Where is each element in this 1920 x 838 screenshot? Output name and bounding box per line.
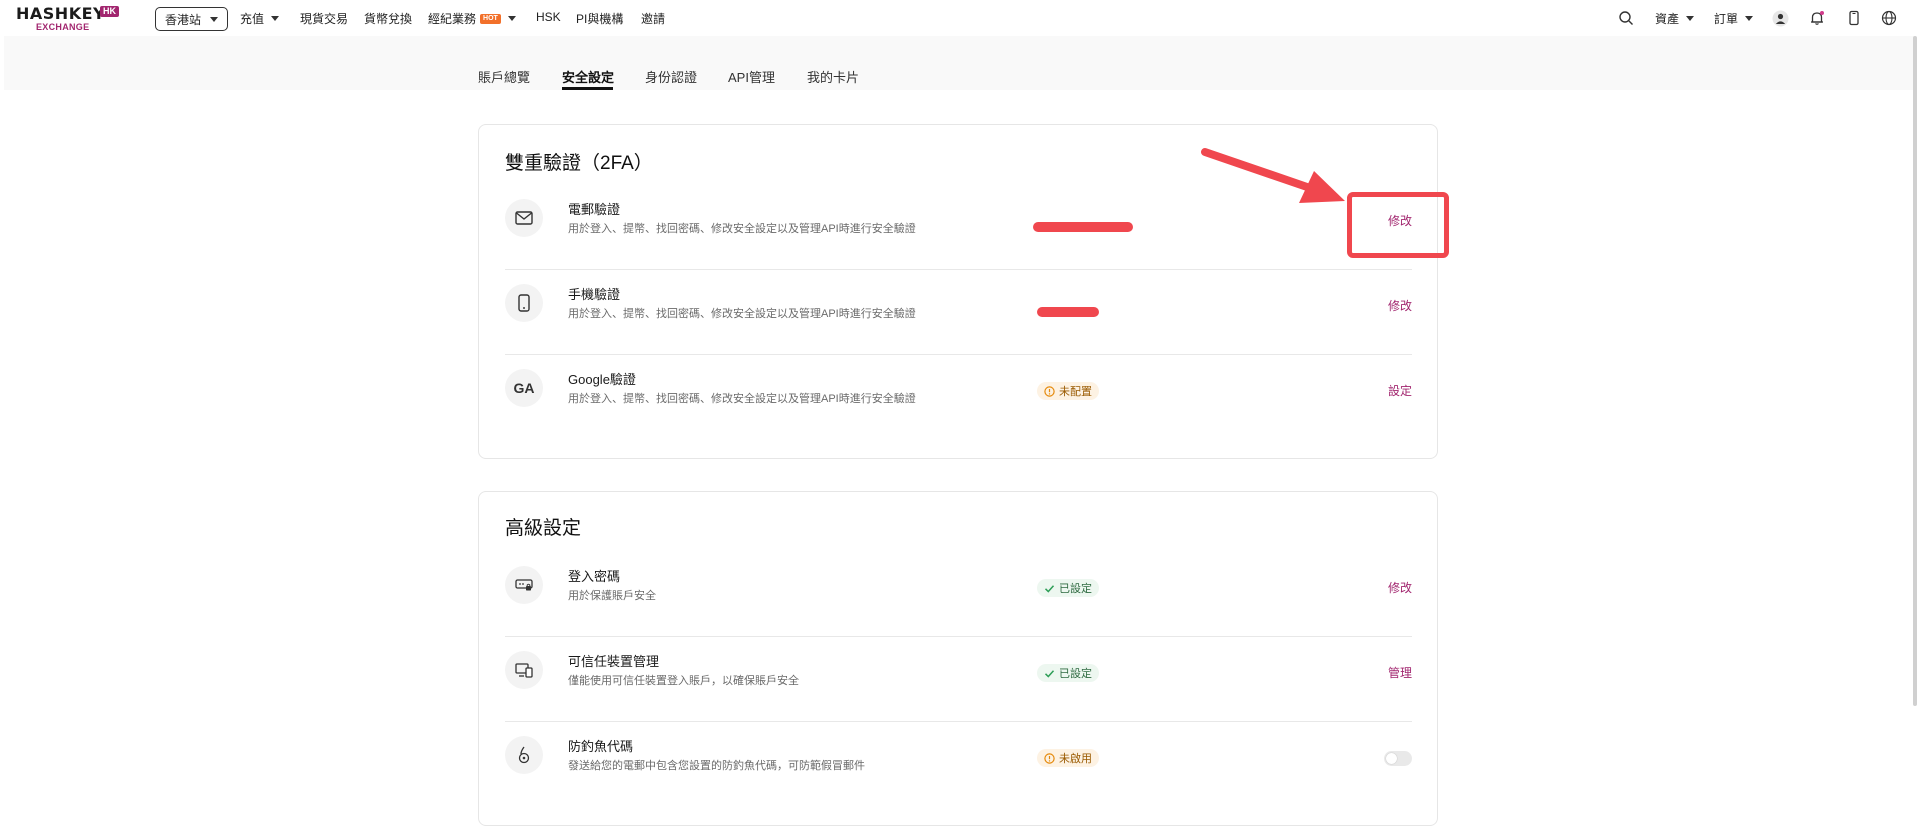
- logo-badge: HK: [100, 6, 119, 17]
- chevron-down-icon: [1745, 16, 1754, 21]
- site-selector[interactable]: 香港站: [155, 7, 229, 31]
- toggle-knob: [1386, 753, 1397, 764]
- password-icon: [505, 566, 543, 604]
- warning-icon: [1044, 752, 1055, 764]
- envelope-icon: [505, 199, 543, 237]
- status-label: 未啟用: [1059, 753, 1092, 765]
- redacted-phone: [1037, 307, 1099, 317]
- status-badge: 未啟用: [1037, 749, 1099, 767]
- row-title: 電郵驗證: [568, 202, 621, 217]
- nav-item-hsk[interactable]: HSK: [536, 10, 561, 24]
- active-tab-indicator: [562, 87, 613, 90]
- row-title: 手機驗證: [568, 287, 621, 302]
- logo-text: HASHKEY: [16, 4, 106, 23]
- nav-item-label: 現貨交易: [300, 12, 349, 26]
- annotation-arrow: [1201, 148, 1345, 203]
- manage-devices-button[interactable]: 管理: [1388, 664, 1412, 681]
- row-title: Google驗證: [568, 372, 636, 387]
- nav-item-spot-trading[interactable]: 現貨交易: [300, 10, 348, 27]
- account-tabs-bar: [4, 36, 1914, 90]
- trusted-device-row: 可信任裝置管理 僅能使用可信任裝置登入賬戶，以確保賬戶安全 已設定 管理: [505, 637, 1412, 722]
- nav-item-label: HSK: [536, 10, 561, 24]
- row-title: 防釣魚代碼: [568, 739, 634, 754]
- chevron-down-icon: [271, 16, 280, 21]
- nav-item-deposit[interactable]: 充值: [240, 10, 280, 27]
- tab-api-management[interactable]: API管理: [728, 67, 775, 86]
- nav-item-invite[interactable]: 邀請: [641, 10, 665, 27]
- hot-badge: HOT: [480, 13, 501, 24]
- nav-item-label: 充值: [240, 12, 265, 26]
- row-description: 用於保護賬戶安全: [568, 590, 656, 602]
- advanced-settings-card: 高級設定 登入密碼 用於保護賬戶安全 已設定 修改 可信任裝置管理 僅能使用可信…: [478, 491, 1438, 826]
- nav-item-label: 經紀業務: [428, 12, 477, 26]
- user-avatar-icon[interactable]: [1771, 9, 1789, 27]
- nav-item-pi-institutions[interactable]: PI與機構: [576, 10, 623, 27]
- edit-password-button[interactable]: 修改: [1388, 579, 1412, 596]
- status-label: 已設定: [1059, 668, 1092, 680]
- hashkey-logo[interactable]: HASHKEY HK EXCHANGE: [16, 4, 124, 32]
- google-verification-row: GA Google驗證 用於登入、提幣、找回密碼、修改安全設定以及管理API時進…: [505, 355, 1412, 440]
- nav-item-label: 貨幣兌換: [364, 12, 413, 26]
- nav-item-brokerage[interactable]: 經紀業務 HOT: [428, 10, 516, 27]
- page-scrollbar[interactable]: [1913, 36, 1917, 706]
- row-description: 僅能使用可信任裝置登入賬戶，以確保賬戶安全: [568, 675, 799, 687]
- chevron-down-icon: [210, 16, 219, 22]
- tab-security-settings[interactable]: 安全設定: [562, 67, 614, 86]
- row-title: 可信任裝置管理: [568, 654, 660, 669]
- warning-icon: [1044, 385, 1055, 397]
- phone-verification-row: 手機驗證 用於登入、提幣、找回密碼、修改安全設定以及管理API時進行安全驗證 修…: [505, 270, 1412, 355]
- search-icon[interactable]: [1617, 9, 1635, 27]
- status-badge: 已設定: [1037, 579, 1099, 597]
- chevron-down-icon: [1686, 16, 1695, 21]
- anti-phishing-icon: [505, 736, 543, 774]
- twofa-title: 雙重驗證（2FA）: [505, 153, 653, 174]
- status-label: 未配置: [1059, 386, 1092, 398]
- annotation-highlight-box: [1347, 192, 1449, 258]
- google-authenticator-icon: GA: [505, 369, 543, 407]
- nav-orders-label: 訂單: [1714, 12, 1739, 26]
- status-badge: 未配置: [1037, 382, 1099, 400]
- nav-item-label: 邀請: [641, 12, 666, 26]
- globe-icon[interactable]: [1880, 9, 1898, 27]
- row-description: 用於登入、提幣、找回密碼、修改安全設定以及管理API時進行安全驗證: [568, 223, 916, 235]
- check-icon: [1044, 669, 1055, 678]
- row-description: 發送給您的電郵中包含您設置的防釣魚代碼，可防範假冒郵件: [568, 760, 865, 772]
- status-badge: 已設定: [1037, 664, 1099, 682]
- advanced-title: 高級設定: [505, 518, 582, 539]
- tab-account-overview[interactable]: 賬戶總覽: [478, 67, 530, 86]
- edit-phone-button[interactable]: 修改: [1388, 297, 1412, 314]
- nav-item-currency-exchange[interactable]: 貨幣兌換: [364, 10, 412, 27]
- setup-google-button[interactable]: 設定: [1388, 382, 1412, 399]
- nav-orders[interactable]: 訂單: [1714, 10, 1754, 27]
- logo-subtext: EXCHANGE: [36, 22, 90, 32]
- phone-icon[interactable]: [1845, 9, 1863, 27]
- row-description: 用於登入、提幣、找回密碼、修改安全設定以及管理API時進行安全驗證: [568, 308, 916, 320]
- nav-assets-label: 資產: [1655, 12, 1680, 26]
- anti-phishing-row: 防釣魚代碼 發送給您的電郵中包含您設置的防釣魚代碼，可防範假冒郵件 未啟用: [505, 722, 1412, 807]
- top-navigation: HASHKEY HK EXCHANGE 香港站 充值 現貨交易 貨幣兌換 經紀業…: [0, 0, 1920, 36]
- trusted-device-icon: [505, 651, 543, 689]
- row-description: 用於登入、提幣、找回密碼、修改安全設定以及管理API時進行安全驗證: [568, 393, 916, 405]
- bell-icon[interactable]: [1808, 9, 1826, 27]
- redacted-email: [1033, 222, 1133, 232]
- tab-identity-verification[interactable]: 身份認證: [645, 67, 697, 86]
- nav-item-label: PI與機構: [576, 12, 624, 26]
- row-title: 登入密碼: [568, 569, 621, 584]
- login-password-row: 登入密碼 用於保護賬戶安全 已設定 修改: [505, 552, 1412, 637]
- status-label: 已設定: [1059, 583, 1092, 595]
- mobile-phone-icon: [505, 284, 543, 322]
- check-icon: [1044, 584, 1055, 593]
- site-selector-label: 香港站: [165, 12, 202, 27]
- nav-assets[interactable]: 資產: [1655, 10, 1695, 27]
- chevron-down-icon: [507, 16, 516, 21]
- tab-my-cards[interactable]: 我的卡片: [807, 67, 859, 86]
- anti-phishing-toggle[interactable]: [1384, 751, 1412, 766]
